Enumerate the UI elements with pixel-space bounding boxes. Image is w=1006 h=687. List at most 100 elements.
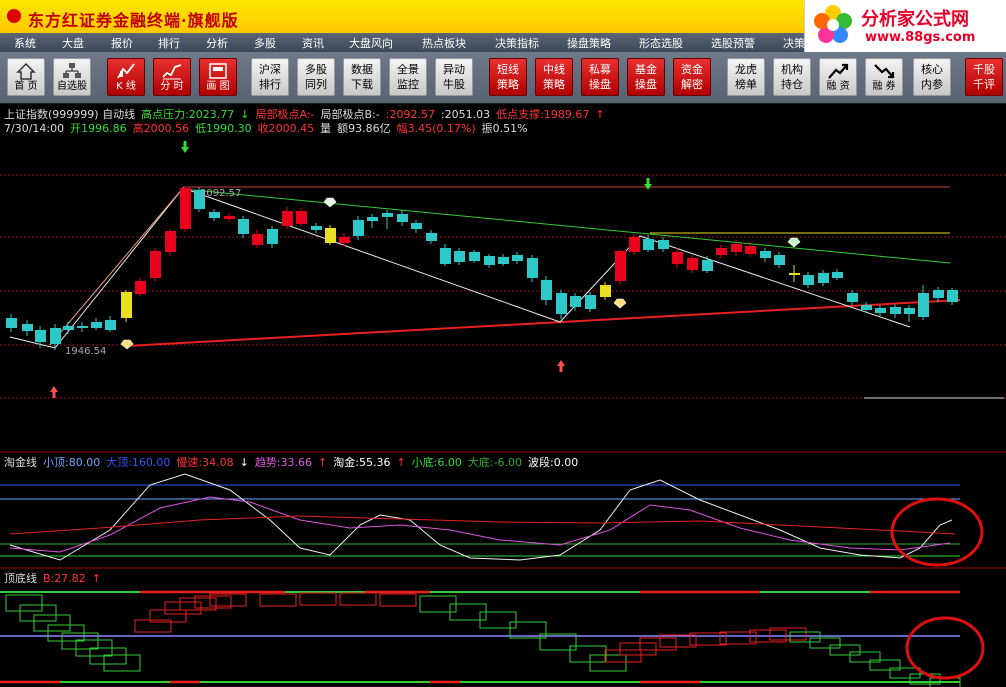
toolbar-button-6[interactable]: 多股 同列 bbox=[297, 58, 335, 96]
candle-body bbox=[267, 229, 278, 244]
high-price-label: 2092.57 bbox=[200, 188, 241, 199]
toolbar-button-13[interactable]: 基金 操盘 bbox=[627, 58, 665, 96]
toolbar-button-12[interactable]: 私募 操盘 bbox=[581, 58, 619, 96]
candle-body bbox=[818, 273, 829, 283]
dingdi-box-green bbox=[589, 654, 627, 672]
toolbar-button-label: 融 券 bbox=[872, 81, 896, 92]
candle-body bbox=[672, 252, 683, 264]
candle-body bbox=[512, 255, 523, 261]
candle-body bbox=[904, 308, 915, 314]
timeshare-icon bbox=[162, 64, 182, 80]
candle-body bbox=[311, 226, 322, 230]
candle-body bbox=[426, 233, 437, 241]
dingdi-box-red bbox=[379, 593, 417, 607]
candle-body bbox=[861, 305, 872, 310]
menu-item-3[interactable]: 排行 bbox=[158, 35, 180, 51]
candle-body bbox=[498, 257, 509, 264]
toolbar-button-label: 机构 持仓 bbox=[781, 63, 803, 91]
toolbar-button-5[interactable]: 沪深 排行 bbox=[251, 58, 289, 96]
app-logo-icon bbox=[7, 9, 21, 23]
menu-bar: 系统 大盘 报价 排行 分析 多股 资讯 大盘风向 热点板块 决策指标 操盘策略 形态选股 选股预警 决策 bbox=[0, 33, 805, 52]
margin-down-icon bbox=[874, 64, 895, 79]
toolbar-button-8[interactable]: 全景 监控 bbox=[389, 58, 427, 96]
menu-item-6[interactable]: 资讯 bbox=[302, 35, 324, 51]
candle-body bbox=[105, 320, 116, 330]
candle-body bbox=[890, 307, 901, 314]
toolbar-button-16[interactable]: 机构 持仓 bbox=[773, 58, 811, 96]
candle-body bbox=[22, 324, 33, 331]
dingdi-box-red bbox=[604, 649, 642, 663]
toolbar-button-18[interactable]: 融 券 bbox=[865, 58, 903, 96]
candle-body bbox=[339, 237, 350, 243]
menu-item-11[interactable]: 形态选股 bbox=[639, 35, 683, 51]
toolbar-button-label: 自选股 bbox=[57, 81, 87, 92]
dingdi-box-red bbox=[619, 642, 657, 656]
toolbar-button-label: K 线 bbox=[116, 81, 136, 92]
sell-arrow-icon bbox=[644, 178, 652, 190]
kline-chart[interactable]: 2092.57 1946.54 bbox=[0, 104, 1006, 687]
menu-item-8[interactable]: 热点板块 bbox=[422, 35, 466, 51]
menu-item-7[interactable]: 大盘风向 bbox=[349, 35, 393, 51]
toolbar-button-20[interactable]: 千股 千评 bbox=[965, 58, 1003, 96]
candle-body bbox=[454, 251, 465, 262]
brand-watermark: 分析家公式网 www.88gs.com bbox=[804, 0, 1006, 52]
toolbar-button-label: 龙虎 榜单 bbox=[735, 63, 757, 91]
dingdi-box-green bbox=[5, 594, 43, 612]
candle-body bbox=[731, 244, 742, 252]
candle-body bbox=[165, 231, 176, 252]
toolbar-button-label: 分 时 bbox=[160, 81, 184, 92]
toolbar-button-1[interactable]: 自选股 bbox=[53, 58, 91, 96]
menu-item-5[interactable]: 多股 bbox=[254, 35, 276, 51]
menu-item-0[interactable]: 系统 bbox=[14, 35, 36, 51]
menu-item-1[interactable]: 大盘 bbox=[62, 35, 84, 51]
toolbar-button-11[interactable]: 中线 策略 bbox=[535, 58, 573, 96]
menu-item-2[interactable]: 报价 bbox=[111, 35, 133, 51]
toolbar-button-label: 资金 解密 bbox=[681, 63, 703, 91]
toolbar-button-7[interactable]: 数据 下载 bbox=[343, 58, 381, 96]
toolbar-button-15[interactable]: 龙虎 榜单 bbox=[727, 58, 765, 96]
toolbar-button-4[interactable]: 画 图 bbox=[199, 58, 237, 96]
candle-body bbox=[282, 211, 293, 226]
toolbar-button-17[interactable]: 融 资 bbox=[819, 58, 857, 96]
candle-body bbox=[397, 214, 408, 222]
candle-body bbox=[774, 255, 785, 265]
toolbar-button-19[interactable]: 核心 内参 bbox=[913, 58, 951, 96]
toolbar-button-label: 多股 同列 bbox=[305, 63, 327, 91]
candle-body bbox=[918, 293, 929, 317]
highlight-circle bbox=[905, 616, 985, 680]
menu-item-9[interactable]: 决策指标 bbox=[495, 35, 539, 51]
dingdi-box-red bbox=[259, 593, 297, 607]
menu-item-4[interactable]: 分析 bbox=[206, 35, 228, 51]
candle-body bbox=[238, 219, 249, 234]
menu-item-10[interactable]: 操盘策略 bbox=[567, 35, 611, 51]
candle-body bbox=[91, 322, 102, 328]
portfolio-icon bbox=[63, 63, 81, 78]
candle-body bbox=[484, 256, 495, 265]
dingdi-box-red bbox=[639, 637, 677, 651]
candle-body bbox=[252, 234, 263, 245]
toolbar-button-14[interactable]: 资金 解密 bbox=[673, 58, 711, 96]
candle-body bbox=[847, 293, 858, 302]
chart-area[interactable]: 上证指数(999999) 自动线 高点压力:2023.77 ↓ 局部极点A:- 局部极点… bbox=[0, 104, 1006, 687]
menu-item-13[interactable]: 决策 bbox=[783, 35, 805, 51]
brand-name: 分析家公式网 bbox=[861, 9, 969, 30]
candle-body bbox=[6, 318, 17, 328]
toolbar-button-0[interactable]: 首 页 bbox=[7, 58, 45, 96]
candle-body bbox=[527, 258, 538, 278]
menu-item-12[interactable]: 选股预警 bbox=[711, 35, 755, 51]
candle-body bbox=[440, 248, 451, 264]
dingdi-box-green bbox=[829, 644, 861, 656]
candle-body bbox=[643, 239, 654, 250]
candle-body bbox=[224, 216, 235, 219]
candle-body bbox=[875, 308, 886, 313]
candle-body bbox=[77, 326, 88, 328]
dingdi-box-red bbox=[339, 592, 377, 606]
toolbar-button-9[interactable]: 异动 牛股 bbox=[435, 58, 473, 96]
toolbar-button-2[interactable]: K 线 bbox=[107, 58, 145, 96]
app-title: 东方红证券金融终端·旗舰版 bbox=[28, 11, 239, 30]
low-price-label: 1946.54 bbox=[65, 346, 106, 357]
candle-body bbox=[209, 212, 220, 218]
candle-body bbox=[687, 258, 698, 270]
toolbar-button-10[interactable]: 短线 策略 bbox=[489, 58, 527, 96]
toolbar-button-3[interactable]: 分 时 bbox=[153, 58, 191, 96]
